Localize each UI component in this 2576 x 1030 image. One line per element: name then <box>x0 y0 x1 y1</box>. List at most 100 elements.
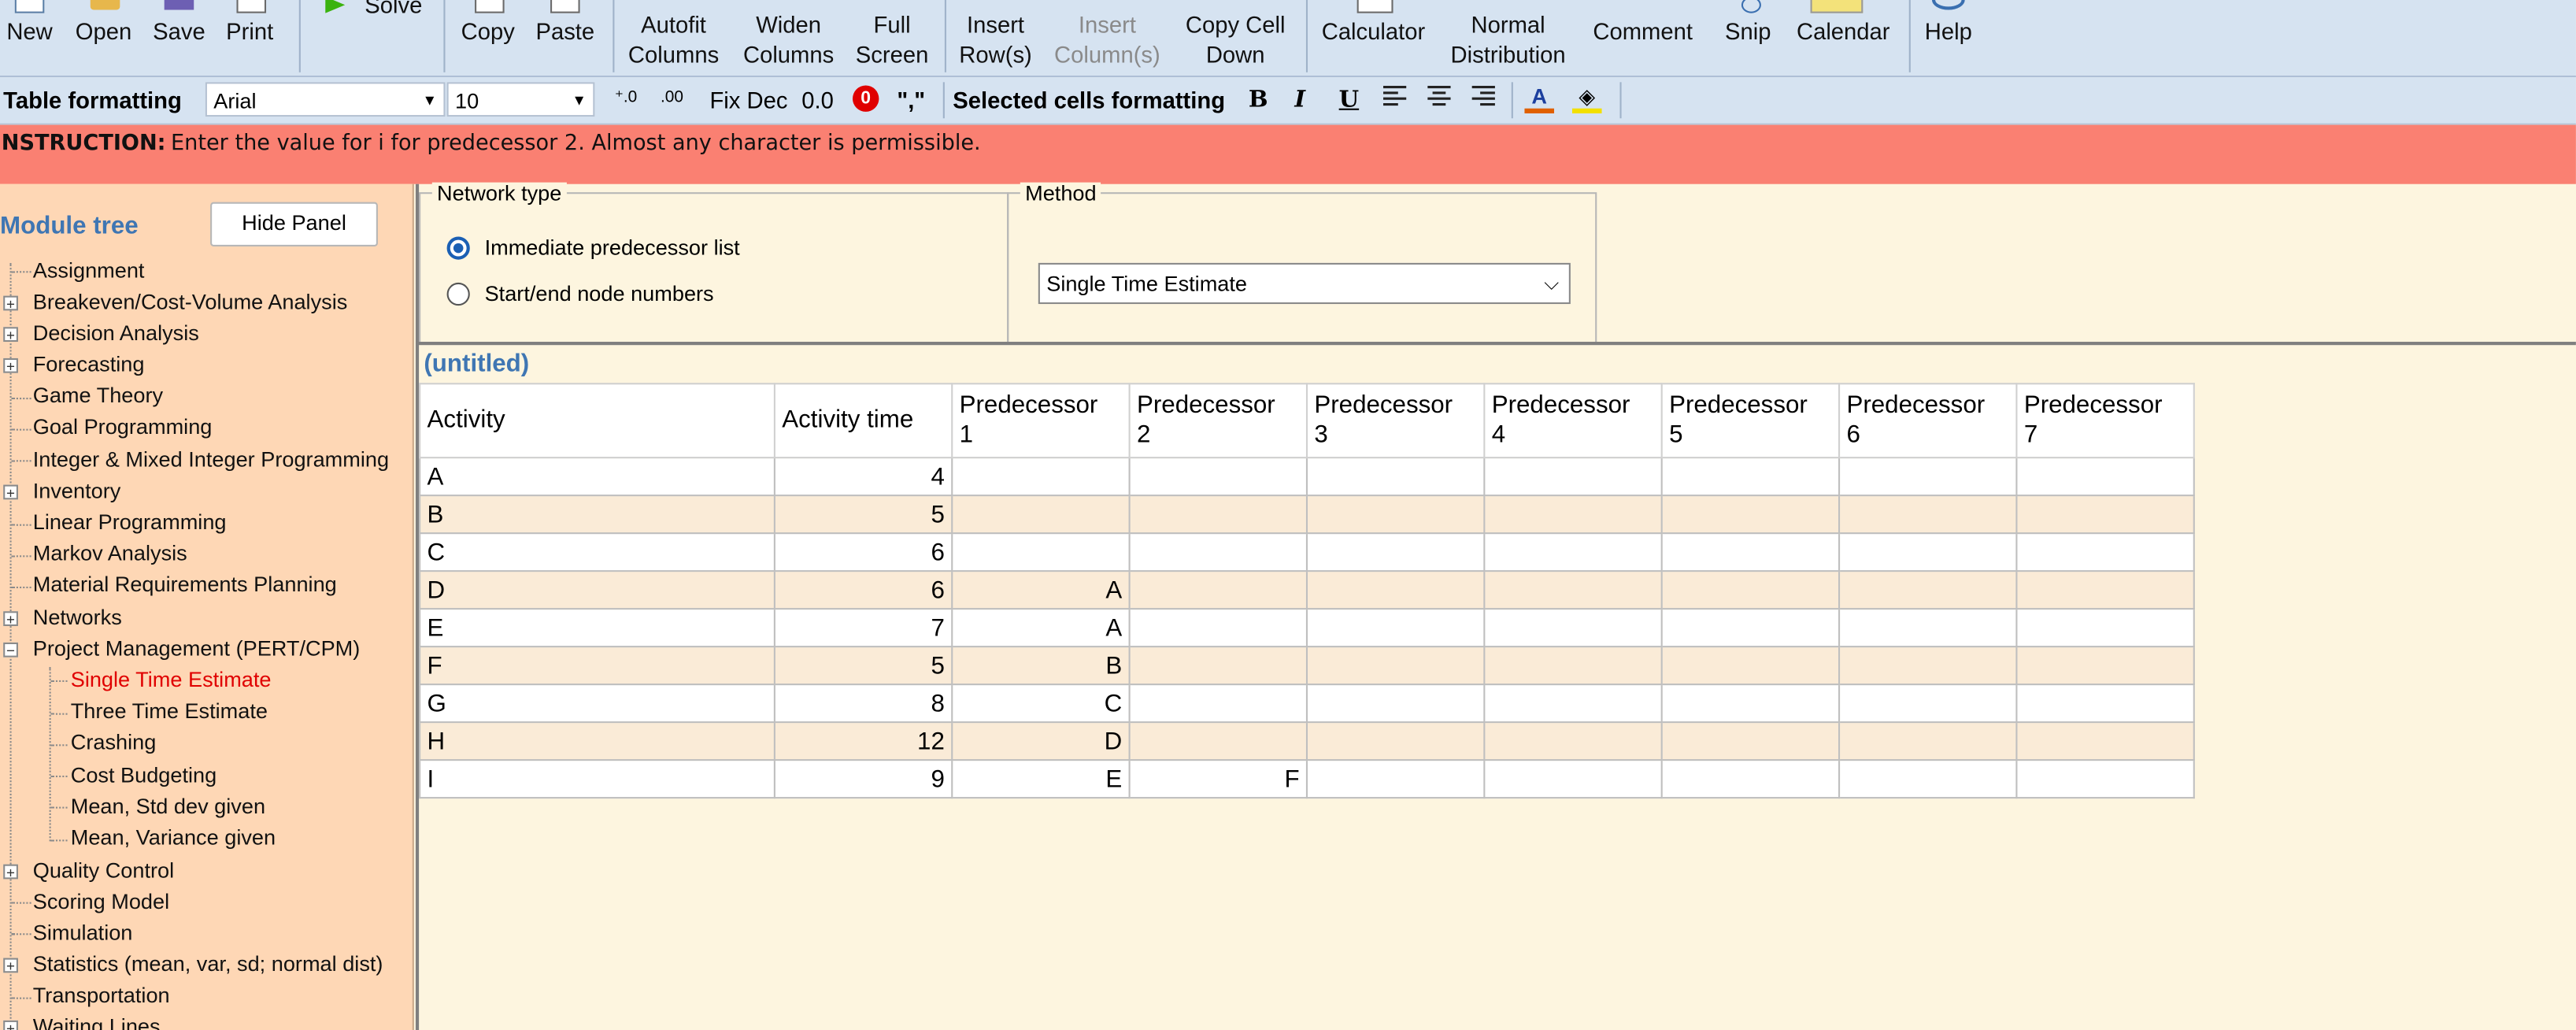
activity-cell[interactable]: H <box>419 721 775 761</box>
method-select[interactable]: Single Time Estimate ⌵ <box>1038 262 1571 305</box>
predecessor-cell[interactable] <box>1128 532 1308 572</box>
tree-item-statistics[interactable]: Statistics (mean, var, sd; normal dist) <box>33 951 383 977</box>
underline-button[interactable]: U <box>1339 87 1359 113</box>
predecessor-cell[interactable] <box>1483 759 1663 799</box>
tree-item-three-time-estimate[interactable]: Three Time Estimate <box>71 698 268 724</box>
tree-item-networks[interactable]: Networks <box>33 605 122 631</box>
tree-item-scoring-model[interactable]: Scoring Model <box>33 889 169 915</box>
predecessor-cell[interactable] <box>1128 457 1308 497</box>
predecessor-cell[interactable] <box>1483 646 1663 686</box>
activity-cell[interactable]: I <box>419 759 775 799</box>
expand-icon[interactable]: + <box>3 958 18 973</box>
expand-icon[interactable]: + <box>3 611 18 627</box>
paste-button[interactable]: Paste <box>531 0 600 82</box>
activity-cell[interactable]: G <box>419 684 775 724</box>
predecessor-cell[interactable] <box>2015 495 2195 535</box>
predecessor-cell[interactable]: B <box>951 646 1131 686</box>
predecessor-cell[interactable] <box>1838 759 2018 799</box>
predecessor-cell[interactable] <box>1660 495 1841 535</box>
save-button[interactable]: Save <box>150 0 209 82</box>
predecessor-cell[interactable]: A <box>951 608 1131 648</box>
predecessor-cell[interactable] <box>2015 646 2195 686</box>
predecessor-cell[interactable] <box>2015 759 2195 799</box>
column-header-predecessor-6[interactable]: Predecessor 6 <box>1838 383 2018 459</box>
tree-item-goal-programming[interactable]: Goal Programming <box>33 414 213 440</box>
predecessor-cell[interactable] <box>2015 608 2195 648</box>
tree-item-mean-variance[interactable]: Mean, Variance given <box>71 825 276 851</box>
activity-time-cell[interactable]: 7 <box>773 608 953 648</box>
predecessor-cell[interactable]: F <box>1128 759 1308 799</box>
tree-item-mean-std-dev[interactable]: Mean, Std dev given <box>71 794 265 820</box>
predecessor-cell[interactable] <box>1660 457 1841 497</box>
calculator-button[interactable]: Calculator <box>1314 0 1432 82</box>
predecessor-cell[interactable] <box>1838 608 2018 648</box>
calendar-button[interactable]: Calendar <box>1791 0 1897 82</box>
expand-icon[interactable]: + <box>3 864 18 880</box>
predecessor-cell[interactable]: D <box>951 721 1131 761</box>
predecessor-cell[interactable] <box>1483 721 1663 761</box>
activity-time-cell[interactable]: 4 <box>773 457 953 497</box>
predecessor-cell[interactable] <box>1483 684 1663 724</box>
activity-time-cell[interactable]: 5 <box>773 495 953 535</box>
tree-item-markov-analysis[interactable]: Markov Analysis <box>33 541 187 567</box>
predecessor-cell[interactable] <box>1305 759 1486 799</box>
widen-columns-button[interactable]: Widen Columns <box>736 10 842 86</box>
tree-item-cost-budgeting[interactable]: Cost Budgeting <box>71 762 217 788</box>
predecessor-cell[interactable] <box>1305 646 1486 686</box>
activity-time-cell[interactable]: 8 <box>773 684 953 724</box>
predecessor-cell[interactable] <box>2015 684 2195 724</box>
predecessor-cell[interactable] <box>1305 684 1486 724</box>
solve-button[interactable]: Solve <box>316 0 434 65</box>
bold-button[interactable]: B <box>1249 87 1268 113</box>
activity-time-cell[interactable]: 12 <box>773 721 953 761</box>
predecessor-cell[interactable] <box>2015 721 2195 761</box>
increase-decimal-icon[interactable]: ⁺.0 <box>611 83 641 113</box>
collapse-icon[interactable]: − <box>3 642 18 658</box>
predecessor-cell[interactable] <box>951 457 1131 497</box>
activity-cell[interactable]: E <box>419 608 775 648</box>
tree-item-inventory[interactable]: Inventory <box>33 478 121 504</box>
column-header-predecessor-7[interactable]: Predecessor 7 <box>2015 383 2195 459</box>
predecessor-cell[interactable] <box>1483 608 1663 648</box>
open-button[interactable]: Open <box>71 0 136 82</box>
comment-button[interactable]: Comment <box>1584 6 1702 82</box>
predecessor-cell[interactable] <box>2015 532 2195 572</box>
fix-dec-button[interactable]: Fix Dec <box>709 87 787 113</box>
full-screen-button[interactable]: Full Screen <box>851 10 933 86</box>
column-header-activity-time[interactable]: Activity time <box>773 383 953 459</box>
predecessor-cell[interactable] <box>951 532 1131 572</box>
tree-item-linear-programming[interactable]: Linear Programming <box>33 509 227 535</box>
tree-item-breakeven[interactable]: Breakeven/Cost-Volume Analysis <box>33 289 348 315</box>
tree-item-assignment[interactable]: Assignment <box>33 258 145 284</box>
autofit-columns-button[interactable]: Autofit Columns <box>621 10 727 86</box>
predecessor-cell[interactable] <box>1305 457 1486 497</box>
tree-item-project-management[interactable]: Project Management (PERT/CPM) <box>33 636 361 662</box>
tree-item-quality-control[interactable]: Quality Control <box>33 858 174 884</box>
predecessor-cell[interactable] <box>1305 721 1486 761</box>
column-header-predecessor-2[interactable]: Predecessor 2 <box>1128 383 1308 459</box>
zero-format-icon[interactable]: 0 <box>852 85 879 112</box>
copy-button[interactable]: Copy <box>455 0 520 82</box>
predecessor-cell[interactable] <box>1483 457 1663 497</box>
tree-item-simulation[interactable]: Simulation <box>33 921 133 947</box>
activity-cell[interactable]: A <box>419 457 775 497</box>
predecessor-cell[interactable] <box>1838 495 2018 535</box>
new-button[interactable]: New <box>5 0 54 82</box>
comma-button[interactable]: "," <box>897 87 925 113</box>
predecessor-cell[interactable] <box>1838 721 2018 761</box>
predecessor-cell[interactable] <box>1305 495 1486 535</box>
align-center-icon[interactable] <box>1424 83 1454 113</box>
column-header-predecessor-4[interactable]: Predecessor 4 <box>1483 383 1663 459</box>
expand-icon[interactable]: + <box>3 295 18 311</box>
predecessor-cell[interactable] <box>1483 532 1663 572</box>
tree-item-transportation[interactable]: Transportation <box>33 983 170 1009</box>
font-size-select[interactable]: 10 ▼ <box>446 82 595 117</box>
predecessor-cell[interactable] <box>1660 684 1841 724</box>
tree-item-waiting-lines[interactable]: Waiting Lines <box>33 1013 161 1030</box>
predecessor-cell[interactable] <box>1660 759 1841 799</box>
tree-item-crashing[interactable]: Crashing <box>71 729 157 755</box>
predecessor-cell[interactable] <box>1128 495 1308 535</box>
activity-time-cell[interactable]: 6 <box>773 570 953 610</box>
activity-cell[interactable]: C <box>419 532 775 572</box>
predecessor-cell[interactable] <box>1305 532 1486 572</box>
